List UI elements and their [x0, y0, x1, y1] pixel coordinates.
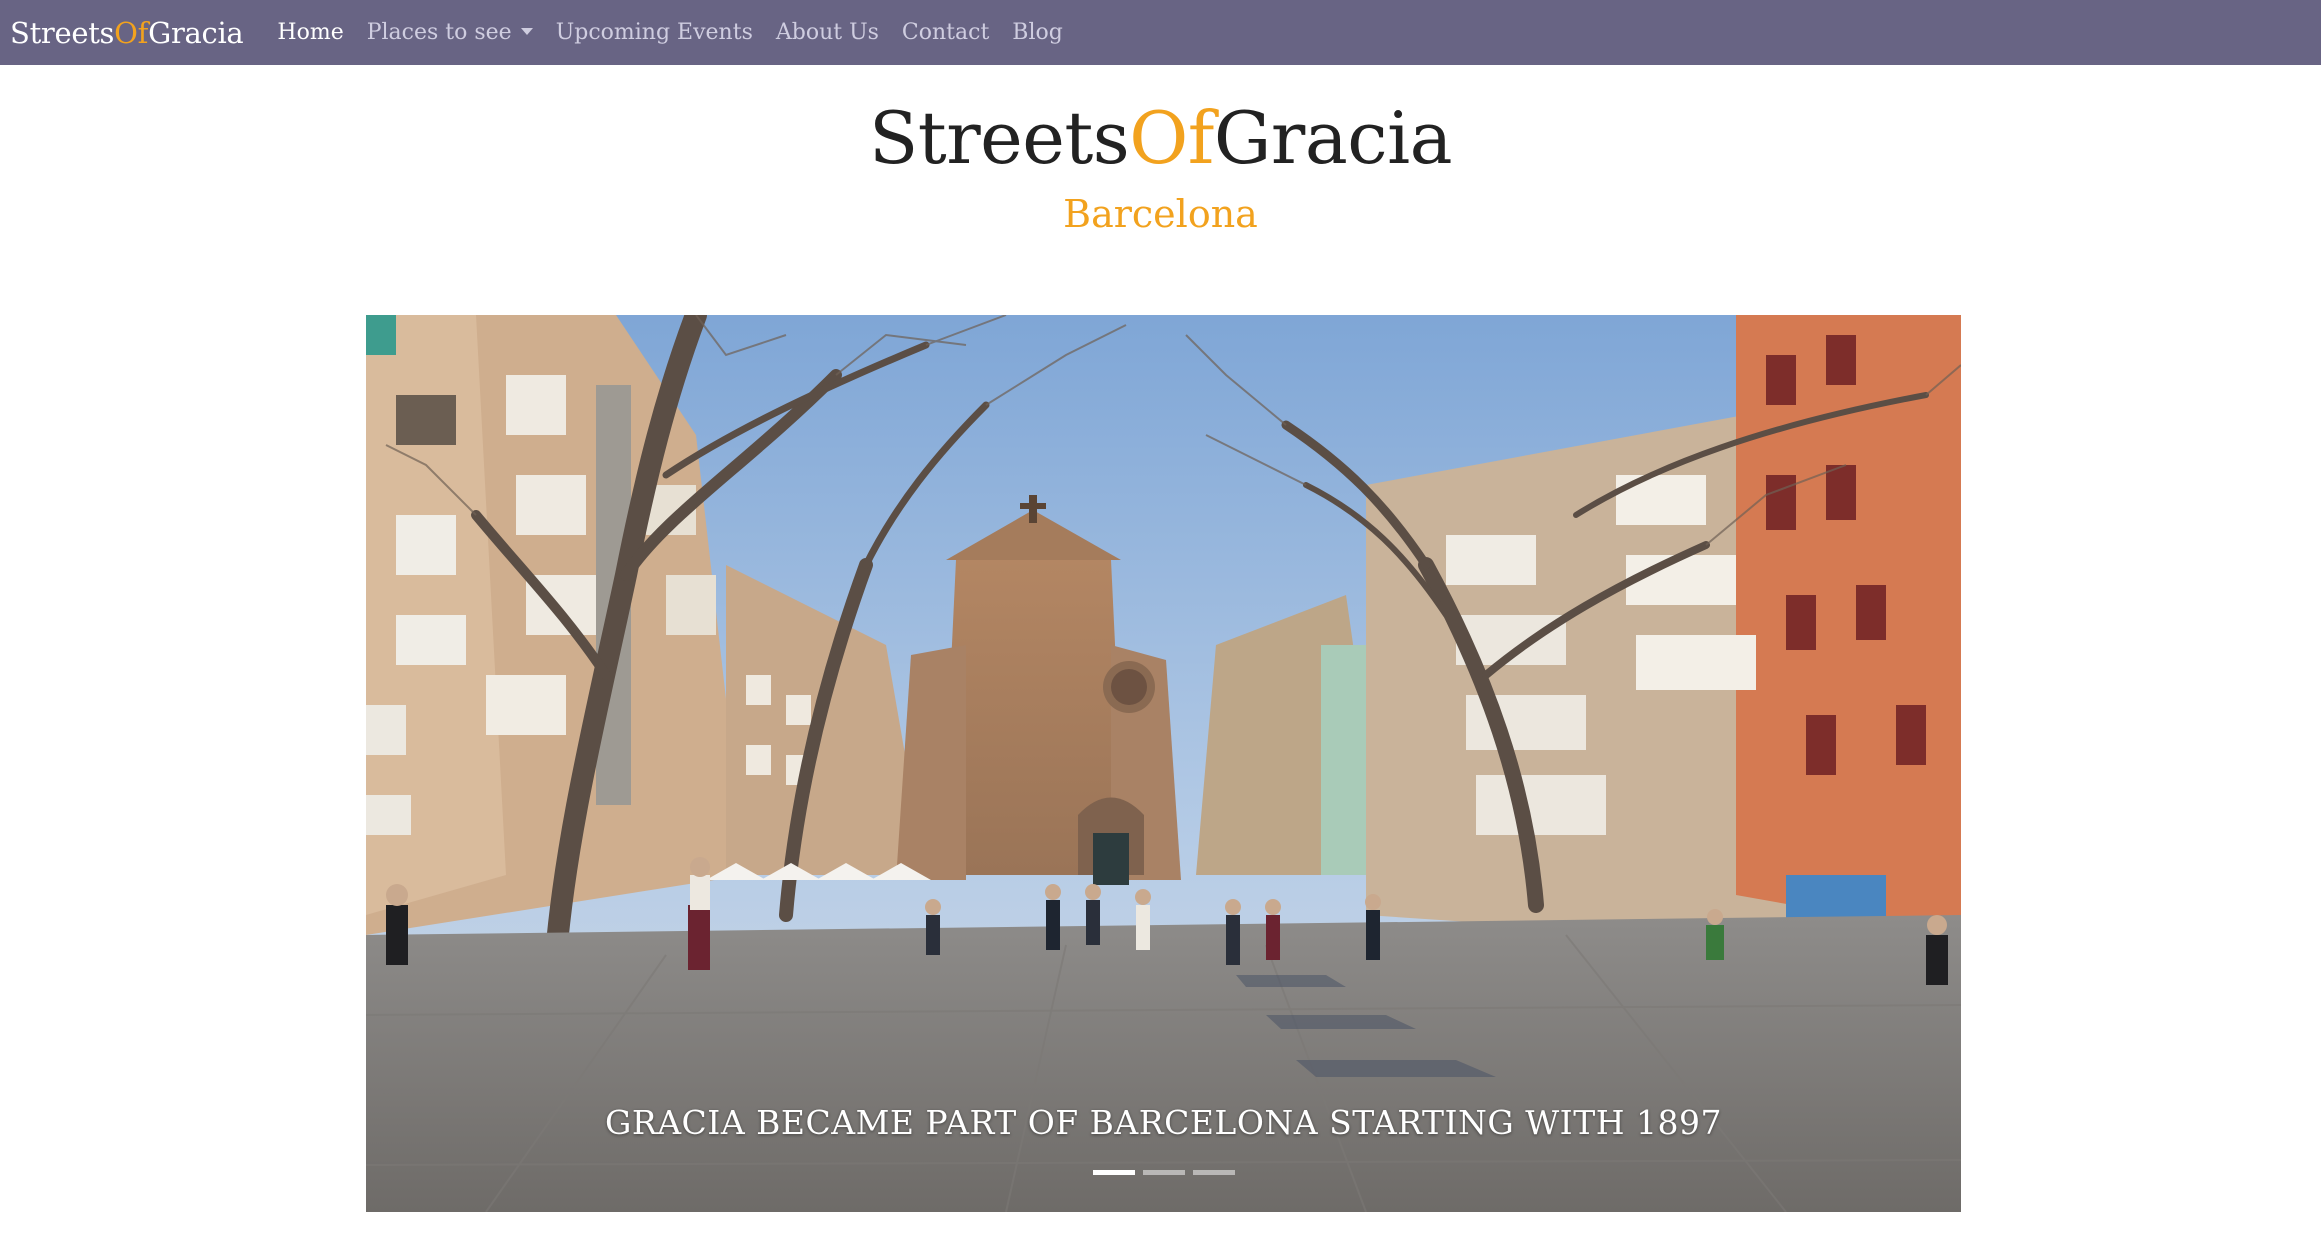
- page-title: StreetsOfGracia: [0, 92, 2321, 184]
- carousel-indicator-2[interactable]: [1142, 1170, 1185, 1175]
- brand-part-of: Of: [114, 15, 149, 50]
- title-part-streets: Streets: [868, 96, 1130, 180]
- brand-part-gracia: Gracia: [148, 15, 244, 50]
- carousel-indicators: [366, 1170, 1961, 1175]
- nav-link-about-us[interactable]: About Us: [776, 20, 879, 45]
- caret-down-icon: [520, 28, 533, 35]
- hero-carousel[interactable]: GRACIA BECAME PART OF BARCELONA STARTING…: [366, 315, 1961, 1212]
- nav-link-contact[interactable]: Contact: [902, 20, 989, 45]
- title-part-of: Of: [1129, 96, 1214, 180]
- carousel-indicator-1[interactable]: [1092, 1170, 1135, 1175]
- carousel-slide-image: [366, 315, 1961, 1212]
- nav-link-home[interactable]: Home: [277, 20, 343, 45]
- page-subtitle: Barcelona: [1063, 192, 1258, 236]
- carousel-indicator-3[interactable]: [1192, 1170, 1235, 1175]
- nav-dropdown-places-to-see[interactable]: Places to see: [367, 20, 533, 45]
- title-part-gracia: Gracia: [1213, 96, 1453, 180]
- brand-logo-link[interactable]: StreetsOfGracia: [10, 15, 244, 50]
- carousel-caption: GRACIA BECAME PART OF BARCELONA STARTING…: [605, 1103, 1722, 1142]
- nav-link-upcoming-events[interactable]: Upcoming Events: [556, 20, 753, 45]
- nav-link-blog[interactable]: Blog: [1012, 20, 1063, 45]
- nav-dropdown-label: Places to see: [366, 20, 512, 45]
- brand-part-streets: Streets: [10, 15, 115, 50]
- top-navbar: StreetsOfGracia Home Places to see Upcom…: [0, 0, 2321, 65]
